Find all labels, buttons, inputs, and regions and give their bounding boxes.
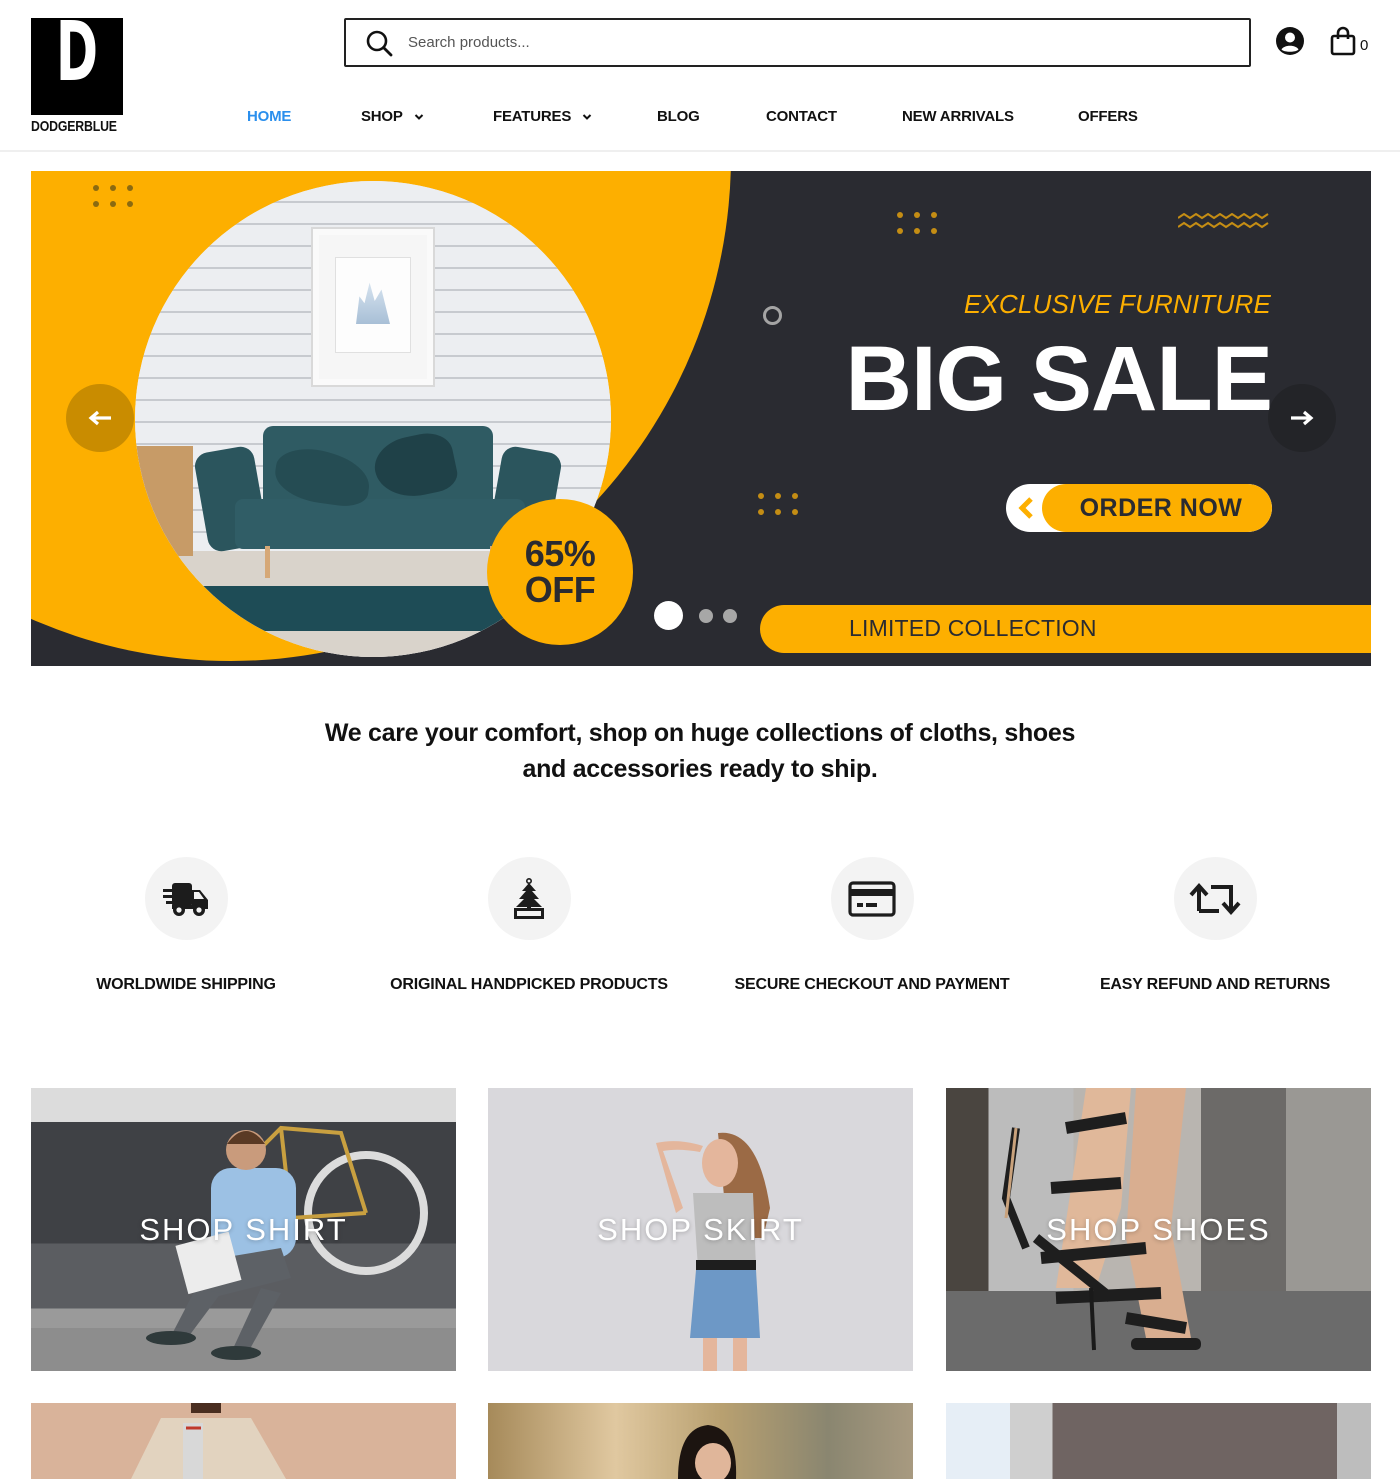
slider-pagination	[654, 601, 737, 630]
feature-icon-wrap	[487, 857, 571, 940]
feature-handpicked: ORIGINAL HANDPICKED PRODUCTS	[359, 857, 699, 994]
chevron-down-icon	[414, 113, 423, 120]
slide-dot-3[interactable]	[723, 608, 737, 623]
search-icon[interactable]	[364, 28, 394, 58]
decor-zigzag	[1178, 213, 1269, 229]
category-tile-skirt[interactable]: SHOP SKIRT	[488, 1088, 913, 1371]
nav-label: SHOP	[361, 108, 403, 125]
site-header: D DODGERBLUE 0 HOME SHOP FEATURES BLOG C…	[0, 0, 1400, 152]
sofa-leg	[265, 546, 270, 578]
category-tile-shirt[interactable]: SHOP SHIRT	[31, 1088, 456, 1371]
nav-blog[interactable]: BLOG	[657, 108, 700, 125]
tree-tag-icon	[514, 877, 544, 919]
tagline: We care your comfort, shop on huge colle…	[0, 715, 1400, 787]
category-photo	[678, 1425, 737, 1479]
logo-letter: D	[55, 18, 99, 100]
feature-icon-wrap	[144, 857, 228, 940]
slide-dot-2[interactable]	[699, 608, 713, 623]
decor-dots	[897, 212, 937, 234]
nav-label: OFFERS	[1078, 108, 1138, 125]
nav-label: FEATURES	[493, 108, 572, 125]
category-label: SHOP SHIRT	[139, 1212, 348, 1247]
feature-shipping: WORLDWIDE SHIPPING	[16, 857, 356, 994]
feature-icon-wrap	[830, 857, 914, 940]
nav-home[interactable]: HOME	[247, 108, 291, 125]
category-tile-6[interactable]	[946, 1403, 1371, 1479]
hero-subtitle: EXCLUSIVE FURNITURE	[963, 289, 1271, 319]
search-input[interactable]	[408, 20, 1249, 65]
decor-dots	[93, 185, 133, 207]
user-circle-icon[interactable]	[1275, 26, 1305, 56]
limited-collection-ribbon: LIMITED COLLECTION	[760, 605, 1371, 653]
arrow-right-icon	[1291, 410, 1314, 426]
feature-secure-checkout: SECURE CHECKOUT AND PAYMENT	[702, 857, 1042, 994]
frame-art	[356, 282, 390, 324]
credit-card-icon	[848, 880, 896, 917]
slider-next-button[interactable]	[1268, 384, 1336, 452]
features-row: WORLDWIDE SHIPPING ORIGINAL HANDPICKED P…	[0, 857, 1400, 997]
chevron-left-icon	[1018, 497, 1033, 519]
logo-mark: D	[31, 18, 123, 115]
discount-percent: 65%	[524, 533, 596, 574]
feature-label: SECURE CHECKOUT AND PAYMENT	[734, 976, 1010, 993]
feature-label: WORLDWIDE SHIPPING	[96, 976, 276, 993]
main-nav: HOME SHOP FEATURES BLOG CONTACT NEW ARRI…	[0, 108, 1400, 130]
nav-contact[interactable]: CONTACT	[766, 108, 837, 125]
category-photo	[131, 1403, 286, 1479]
nav-label: HOME	[247, 108, 292, 125]
slide-dot-1[interactable]	[654, 601, 683, 630]
category-label: SHOP SHOES	[1046, 1212, 1271, 1247]
feature-label: ORIGINAL HANDPICKED PRODUCTS	[390, 976, 668, 993]
nav-label: CONTACT	[766, 108, 837, 125]
order-now-label: ORDER NOW	[1079, 493, 1243, 522]
decor-ring	[763, 306, 782, 325]
chevron-down-icon	[582, 113, 592, 120]
category-tile-4[interactable]	[31, 1403, 456, 1479]
hero-banner[interactable]: EXCLUSIVE FURNITURE BIG SALE ORDER NOW 6…	[31, 171, 1371, 666]
nav-shop[interactable]: SHOP	[361, 108, 424, 125]
cart-count: 0	[1360, 37, 1369, 54]
feature-label: EASY REFUND AND RETURNS	[1099, 976, 1331, 993]
discount-badge: 65% OFF	[487, 499, 633, 645]
ribbon-label: LIMITED COLLECTION	[849, 615, 1097, 641]
order-now-fill: ORDER NOW	[1042, 484, 1272, 532]
shipping-truck-icon	[163, 882, 208, 916]
feature-icon-wrap	[1173, 857, 1257, 940]
nav-label: BLOG	[657, 108, 700, 125]
decor-dots	[758, 493, 798, 515]
nav-features[interactable]: FEATURES	[493, 108, 592, 125]
category-tile-5[interactable]	[488, 1403, 913, 1479]
nav-label: NEW ARRIVALS	[902, 108, 1014, 125]
shopping-bag-icon	[1329, 26, 1357, 56]
nav-offers[interactable]: OFFERS	[1078, 108, 1138, 125]
feature-refund: EASY REFUND AND RETURNS	[1045, 857, 1385, 994]
category-label: SHOP SKIRT	[597, 1212, 804, 1247]
order-now-button[interactable]: ORDER NOW	[1006, 484, 1272, 532]
discount-off: OFF	[524, 569, 596, 610]
wall-frame	[313, 229, 433, 385]
arrow-left-icon	[88, 410, 111, 426]
tagline-line-2: and accessories ready to ship.	[522, 755, 878, 783]
tagline-line-1: We care your comfort, shop on huge colle…	[324, 719, 1076, 747]
search-bar	[344, 18, 1251, 67]
hero-title: BIG SALE	[845, 328, 1273, 430]
refund-arrows-icon	[1189, 882, 1241, 915]
slider-prev-button[interactable]	[66, 384, 134, 452]
category-tile-shoes[interactable]: SHOP SHOES	[946, 1088, 1371, 1371]
sofa-seat	[235, 499, 525, 549]
frame-inner	[335, 257, 411, 353]
cart-button[interactable]: 0	[1329, 26, 1368, 56]
nav-new-arrivals[interactable]: NEW ARRIVALS	[902, 108, 1014, 125]
shelf	[135, 446, 193, 556]
